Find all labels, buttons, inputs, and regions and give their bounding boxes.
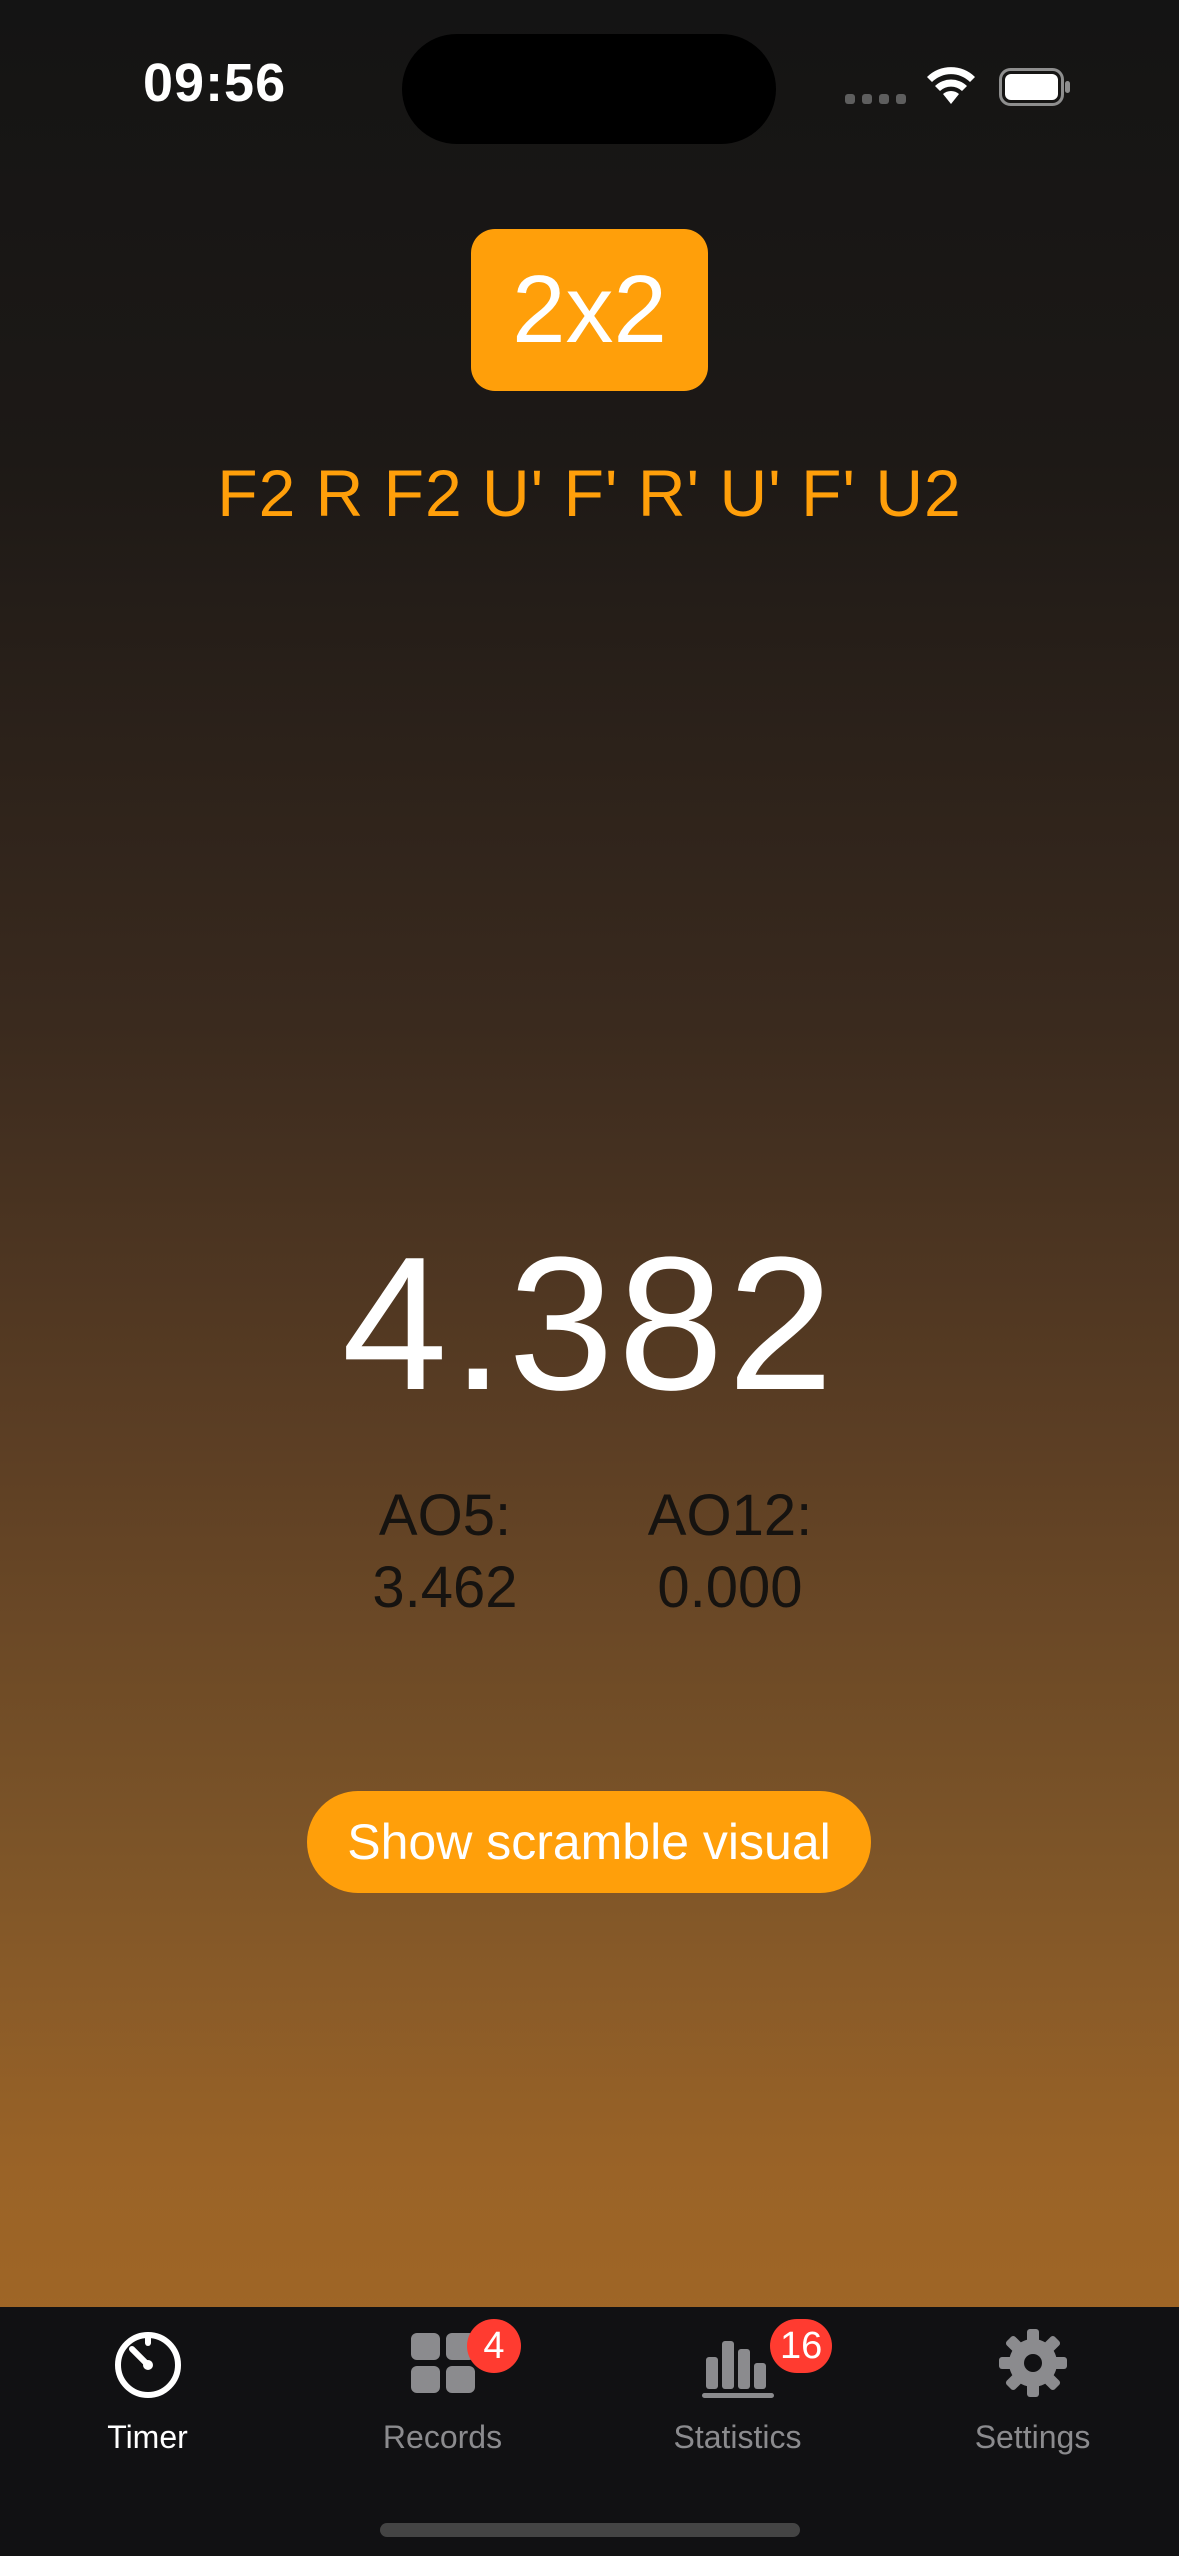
tab-records[interactable]: 4 Records — [295, 2307, 590, 2507]
tab-records-label: Records — [382, 2419, 503, 2455]
records-badge: 4 — [467, 2319, 521, 2373]
ao12-value: 0.000 — [657, 1555, 803, 1620]
wifi-icon — [927, 67, 975, 104]
home-indicator — [380, 2523, 800, 2537]
tab-timer-label: Timer — [107, 2419, 188, 2455]
tab-settings[interactable]: Settings — [885, 2307, 1179, 2507]
puzzle-type-button[interactable]: 2x2 — [471, 229, 708, 391]
ao5-value: 3.462 — [372, 1555, 518, 1620]
ao12-average: AO12: 0.000 — [630, 1480, 830, 1624]
timer-screen: 09:56 2x2 F2 R F2 U' F' R' U' F' U2 4.38… — [0, 0, 1179, 2556]
status-bar-time: 09:56 — [143, 53, 287, 113]
ao5-label: AO5: — [378, 1483, 512, 1548]
battery-icon — [999, 68, 1070, 106]
show-scramble-visual-button[interactable]: Show scramble visual — [307, 1791, 871, 1893]
dynamic-island — [402, 34, 776, 144]
statistics-badge: 16 — [770, 2319, 833, 2373]
tab-timer[interactable]: Timer — [0, 2307, 295, 2507]
ao12-label: AO12: — [647, 1483, 813, 1548]
tab-statistics[interactable]: 16 Statistics — [590, 2307, 885, 2507]
stopwatch-icon — [115, 2332, 181, 2398]
gear-icon — [999, 2329, 1067, 2397]
ao5-average: AO5: 3.462 — [350, 1480, 540, 1624]
scramble-text[interactable]: F2 R F2 U' F' R' U' F' U2 — [0, 455, 1179, 531]
bar-chart-icon — [702, 2341, 774, 2398]
tab-settings-label: Settings — [974, 2419, 1091, 2455]
timer-display[interactable]: 4.382 — [0, 1215, 1179, 1433]
tab-statistics-label: Statistics — [673, 2419, 802, 2455]
tab-bar: Timer 4 Records 16 Statistics Settings — [0, 2307, 1179, 2556]
cellular-signal-icon — [845, 94, 906, 104]
